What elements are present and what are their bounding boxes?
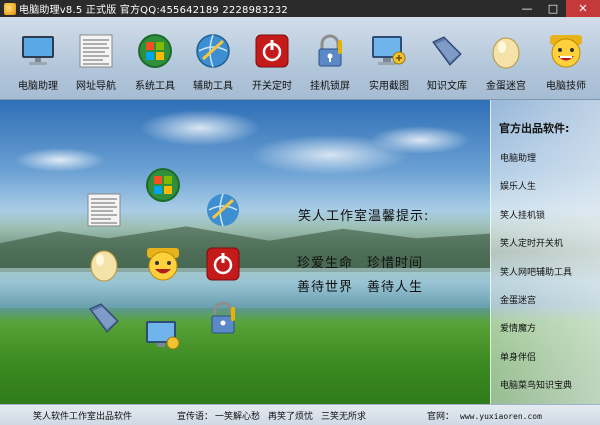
toolbar-item-pc-assistant[interactable]: 电脑助理 — [9, 17, 67, 100]
document-icon[interactable] — [86, 192, 122, 228]
egg-icon — [488, 33, 524, 69]
toolbar-label: 实用截图 — [369, 81, 409, 92]
toolbar-label: 挂机锁屏 — [310, 81, 350, 92]
screenshot-icon — [371, 33, 407, 69]
toolbar-item-system-tools[interactable]: 系统工具 — [126, 17, 184, 100]
power-icon[interactable] — [205, 246, 241, 282]
toolbar-item-web-nav[interactable]: 网址导航 — [67, 17, 125, 100]
toolbar-item-helper-tools[interactable]: 辅助工具 — [184, 17, 242, 100]
minimize-button[interactable]: — — [514, 0, 540, 17]
toolbar-label: 辅助工具 — [193, 81, 233, 92]
slogan-phrase: 一笑解心愁 — [215, 412, 261, 422]
toolbar-item-pc-technician[interactable]: 电脑技师 — [537, 17, 595, 100]
status-bar: 笑人软件工作室出品软件 宣传语： 一笑解心愁 再笑了烦忧 三笑无所求 官网： www.y… — [0, 404, 600, 425]
tip-title: 笑人工作室温馨提示: — [298, 209, 430, 224]
toolbar-label: 知识文库 — [427, 81, 467, 92]
software-link[interactable]: 笑人网吧辅助工具 — [500, 265, 572, 278]
globe-icon[interactable] — [205, 192, 241, 228]
tip-phrase: 善待人生 — [367, 280, 424, 295]
slogan-phrase: 三笑无所求 — [321, 412, 367, 422]
software-link[interactable]: 娱乐人生 — [500, 179, 536, 192]
software-link[interactable]: 爱情魔方 — [500, 321, 536, 334]
egg-icon[interactable] — [86, 246, 122, 282]
windows-logo-icon — [137, 33, 173, 69]
site-label: 官网： — [427, 412, 455, 422]
official-site: 官网： www.yuxiaoren.com — [427, 409, 542, 422]
toolbar-label: 电脑助理 — [18, 81, 58, 92]
maximize-button[interactable]: □ — [540, 0, 566, 17]
lock-icon — [312, 33, 348, 69]
smiley-icon[interactable] — [145, 246, 181, 282]
close-button[interactable]: ✕ — [566, 0, 600, 17]
power-icon — [254, 33, 290, 69]
main-toolbar: 电脑助理 网址导航 系统工具 辅助工具 开关定时 挂机锁屏 实用截图 知识文库 … — [0, 17, 600, 100]
tip-phrase: 珍爱生命 — [297, 256, 354, 271]
toolbar-label: 网址导航 — [76, 81, 116, 92]
toolbar-item-knowledge-base[interactable]: 知识文库 — [418, 17, 476, 100]
document-icon — [78, 33, 114, 69]
tip-line-2: 善待世界 善待人生 — [297, 276, 437, 295]
panel-title: 官方出品软件: — [499, 122, 570, 135]
tip-phrase: 珍惜时间 — [367, 256, 424, 271]
window-title: 电脑助理v8.5 正式版 官方QQ:455642189 2228983232 — [19, 5, 288, 16]
toolbar-item-screenshot[interactable]: 实用截图 — [360, 17, 418, 100]
toolbar-label: 电脑技师 — [546, 81, 586, 92]
lock-icon[interactable] — [205, 300, 241, 336]
site-link[interactable]: www.yuxiaoren.com — [460, 412, 542, 421]
title-bar: 电脑助理v8.5 正式版 官方QQ:455642189 2228983232 —… — [0, 0, 600, 17]
monitor-icon — [20, 33, 56, 69]
toolbar-label: 金蛋迷宫 — [486, 81, 526, 92]
smiley-icon — [548, 33, 584, 69]
toolbar-item-power-timer[interactable]: 开关定时 — [243, 17, 301, 100]
toolbar-label: 系统工具 — [135, 81, 175, 92]
slogan-label: 宣传语： — [177, 412, 214, 422]
software-link[interactable]: 电脑菜鸟知识宝典 — [500, 378, 572, 391]
software-link[interactable]: 笑人定时开关机 — [500, 236, 563, 249]
studio-credit: 笑人软件工作室出品软件 — [33, 412, 133, 422]
globe-icon — [195, 33, 231, 69]
slogan-phrase: 再笑了烦忧 — [268, 412, 314, 422]
tip-phrase: 善待世界 — [297, 280, 354, 295]
toolbar-label: 开关定时 — [252, 81, 292, 92]
screenshot-icon[interactable] — [145, 318, 181, 354]
software-link[interactable]: 单身伴侣 — [500, 350, 536, 363]
official-software-panel: 官方出品软件: 电脑助理 娱乐人生 笑人挂机锁 笑人定时开关机 笑人网吧辅助工具… — [490, 100, 600, 404]
window-controls: — □ ✕ — [514, 0, 600, 17]
folder-icon — [429, 33, 465, 69]
folder-icon[interactable] — [86, 300, 122, 336]
slogan: 宣传语： 一笑解心愁 再笑了烦忧 三笑无所求 — [177, 409, 374, 422]
app-icon — [4, 2, 16, 15]
windows-logo-icon[interactable] — [145, 167, 181, 203]
toolbar-item-golden-egg-maze[interactable]: 金蛋迷宫 — [477, 17, 535, 100]
software-link[interactable]: 电脑助理 — [500, 151, 536, 164]
software-link[interactable]: 金蛋迷宫 — [500, 293, 536, 306]
tip-line-1: 珍爱生命 珍惜时间 — [297, 252, 437, 271]
software-link[interactable]: 笑人挂机锁 — [500, 208, 545, 221]
toolbar-item-lock-screen[interactable]: 挂机锁屏 — [301, 17, 359, 100]
